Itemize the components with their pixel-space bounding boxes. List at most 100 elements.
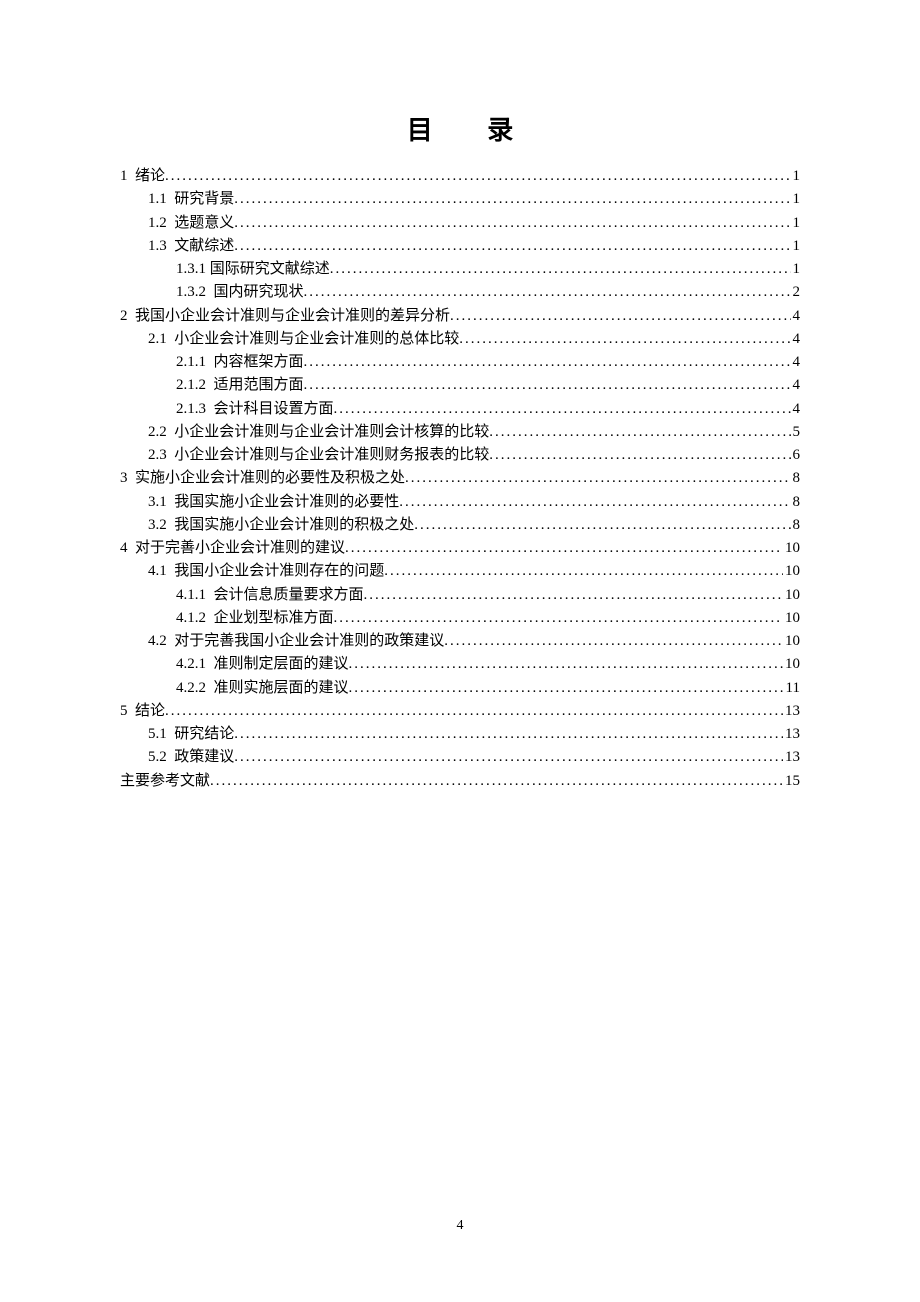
toc-entry-page: 1 bbox=[791, 165, 801, 188]
toc-entry-page: 6 bbox=[791, 444, 801, 467]
toc-entry-page: 10 bbox=[783, 630, 800, 653]
toc-entry-page: 13 bbox=[783, 700, 800, 723]
toc-entry-spacer bbox=[206, 607, 214, 630]
toc-entry-spacer bbox=[167, 723, 175, 746]
toc-entry-number: 4.1.1 bbox=[176, 584, 206, 607]
toc-entry-page: 8 bbox=[791, 491, 801, 514]
toc-entry-leader-dots bbox=[334, 607, 783, 630]
toc-entry: 5.1 研究结论13 bbox=[120, 723, 800, 746]
toc-entry-label: 实施小企业会计准则的必要性及积极之处 bbox=[135, 467, 405, 490]
toc-entry-label: 国内研究现状 bbox=[214, 281, 304, 304]
toc-entry-spacer bbox=[206, 677, 214, 700]
toc-entry-page: 10 bbox=[783, 653, 800, 676]
toc-entry: 1 绪论1 bbox=[120, 165, 800, 188]
toc-entry-number: 4.1 bbox=[148, 560, 167, 583]
toc-entry-leader-dots bbox=[234, 235, 790, 258]
toc-entry-spacer bbox=[167, 746, 175, 769]
toc-entry-page: 1 bbox=[791, 188, 801, 211]
toc-entry: 2.1.2 适用范围方面4 bbox=[120, 374, 800, 397]
toc-entry: 4.1 我国小企业会计准则存在的问题10 bbox=[120, 560, 800, 583]
toc-entry: 5.2 政策建议 13 bbox=[120, 746, 800, 769]
toc-entry: 4 对于完善小企业会计准则的建议10 bbox=[120, 537, 800, 560]
toc-entry-leader-dots bbox=[345, 537, 783, 560]
toc-entry: 5 结论13 bbox=[120, 700, 800, 723]
toc-entry: 3 实施小企业会计准则的必要性及积极之处8 bbox=[120, 467, 800, 490]
toc-entry: 4.1.2 企业划型标准方面10 bbox=[120, 607, 800, 630]
toc-entry-label: 我国小企业会计准则与企业会计准则的差异分析 bbox=[135, 305, 450, 328]
toc-entry-leader-dots bbox=[234, 723, 783, 746]
toc-entry: 2.1.1 内容框架方面4 bbox=[120, 351, 800, 374]
toc-entry: 2.3 小企业会计准则与企业会计准则财务报表的比较 6 bbox=[120, 444, 800, 467]
toc-entry-spacer bbox=[167, 212, 175, 235]
toc-entry-spacer bbox=[167, 328, 175, 351]
toc-entry-leader-dots bbox=[165, 165, 790, 188]
toc-title: 目 录 bbox=[120, 110, 800, 147]
toc-entry-page: 13 bbox=[783, 746, 800, 769]
toc-entry-spacer bbox=[128, 305, 136, 328]
toc-entry-leader-dots bbox=[304, 374, 791, 397]
toc-entry-number: 2.1.2 bbox=[176, 374, 206, 397]
toc-entry-label: 小企业会计准则与企业会计准则会计核算的比较 bbox=[174, 421, 489, 444]
toc-entry: 4.2.2 准则实施层面的建议11 bbox=[120, 677, 800, 700]
toc-entry-number: 1.2 bbox=[148, 212, 167, 235]
toc-entry: 主要参考文献15 bbox=[120, 770, 800, 793]
toc-entry-number: 4 bbox=[120, 537, 128, 560]
toc-entry-leader-dots bbox=[459, 328, 790, 351]
toc-entry: 1.2 选题意义1 bbox=[120, 212, 800, 235]
toc-entry-label: 我国实施小企业会计准则的必要性 bbox=[174, 491, 399, 514]
toc-entry-leader-dots bbox=[364, 584, 783, 607]
toc-entry-spacer bbox=[128, 700, 136, 723]
toc-entry-label: 研究背景 bbox=[174, 188, 234, 211]
toc-entry-spacer bbox=[167, 630, 175, 653]
toc-entry-number: 5.2 bbox=[148, 746, 167, 769]
toc-entry-number: 3 bbox=[120, 467, 128, 490]
toc-entry-label: 绪论 bbox=[135, 165, 165, 188]
toc-entry-spacer bbox=[167, 421, 175, 444]
toc-entry-label: 小企业会计准则与企业会计准则财务报表的比较 bbox=[174, 444, 489, 467]
toc-entry-label: 政策建议 bbox=[174, 746, 234, 769]
toc-entry: 1.3 文献综述1 bbox=[120, 235, 800, 258]
toc-entry-number: 3.1 bbox=[148, 491, 167, 514]
toc-entry-number: 2.1.3 bbox=[176, 398, 206, 421]
toc-entry-label: 国际研究文献综述 bbox=[210, 258, 330, 281]
toc-entry-leader-dots bbox=[414, 514, 790, 537]
toc-entry: 4.1.1 会计信息质量要求方面10 bbox=[120, 584, 800, 607]
toc-entry-leader-dots bbox=[234, 212, 790, 235]
toc-entry: 2.2 小企业会计准则与企业会计准则会计核算的比较5 bbox=[120, 421, 800, 444]
toc-entry-spacer bbox=[128, 165, 136, 188]
toc-entry-leader-dots bbox=[489, 444, 790, 467]
toc-entry-number: 2.1 bbox=[148, 328, 167, 351]
toc-entry-leader-dots bbox=[334, 398, 791, 421]
toc-entry-spacer bbox=[167, 514, 175, 537]
toc-entry-page: 13 bbox=[783, 723, 800, 746]
toc-entry-number: 5.1 bbox=[148, 723, 167, 746]
toc-entry-label: 我国小企业会计准则存在的问题 bbox=[174, 560, 384, 583]
toc-entry-label: 主要参考文献 bbox=[120, 770, 210, 793]
toc-entry: 2 我国小企业会计准则与企业会计准则的差异分析4 bbox=[120, 305, 800, 328]
toc-entry-leader-dots bbox=[304, 281, 791, 304]
toc-entry-spacer bbox=[206, 398, 214, 421]
toc-entry-leader-dots bbox=[304, 351, 791, 374]
toc-entry-page: 1 bbox=[791, 212, 801, 235]
toc-entry-page: 4 bbox=[791, 351, 801, 374]
toc-entry-leader-dots bbox=[349, 677, 784, 700]
toc-entry-page: 10 bbox=[783, 607, 800, 630]
toc-entry-page: 5 bbox=[791, 421, 801, 444]
toc-entry: 2.1 小企业会计准则与企业会计准则的总体比较4 bbox=[120, 328, 800, 351]
toc-entry-spacer bbox=[206, 653, 214, 676]
toc-entry-number: 1.3.1 bbox=[176, 258, 206, 281]
toc-entry-page: 4 bbox=[791, 374, 801, 397]
toc-entry-label: 会计科目设置方面 bbox=[214, 398, 334, 421]
toc-entry-label: 小企业会计准则与企业会计准则的总体比较 bbox=[174, 328, 459, 351]
toc-entry-number: 4.2.1 bbox=[176, 653, 206, 676]
toc-entry-leader-dots bbox=[444, 630, 783, 653]
toc-entry-spacer bbox=[206, 584, 214, 607]
toc-entry-number: 2.3 bbox=[148, 444, 167, 467]
toc-entry-label: 企业划型标准方面 bbox=[214, 607, 334, 630]
toc-entry: 4.2.1 准则制定层面的建议10 bbox=[120, 653, 800, 676]
toc-entry-label: 对于完善我国小企业会计准则的政策建议 bbox=[174, 630, 444, 653]
toc-entry-leader-dots bbox=[165, 700, 783, 723]
toc-entry-page: 10 bbox=[783, 584, 800, 607]
toc-entry: 1.1 研究背景1 bbox=[120, 188, 800, 211]
toc-entry-number: 4.2.2 bbox=[176, 677, 206, 700]
